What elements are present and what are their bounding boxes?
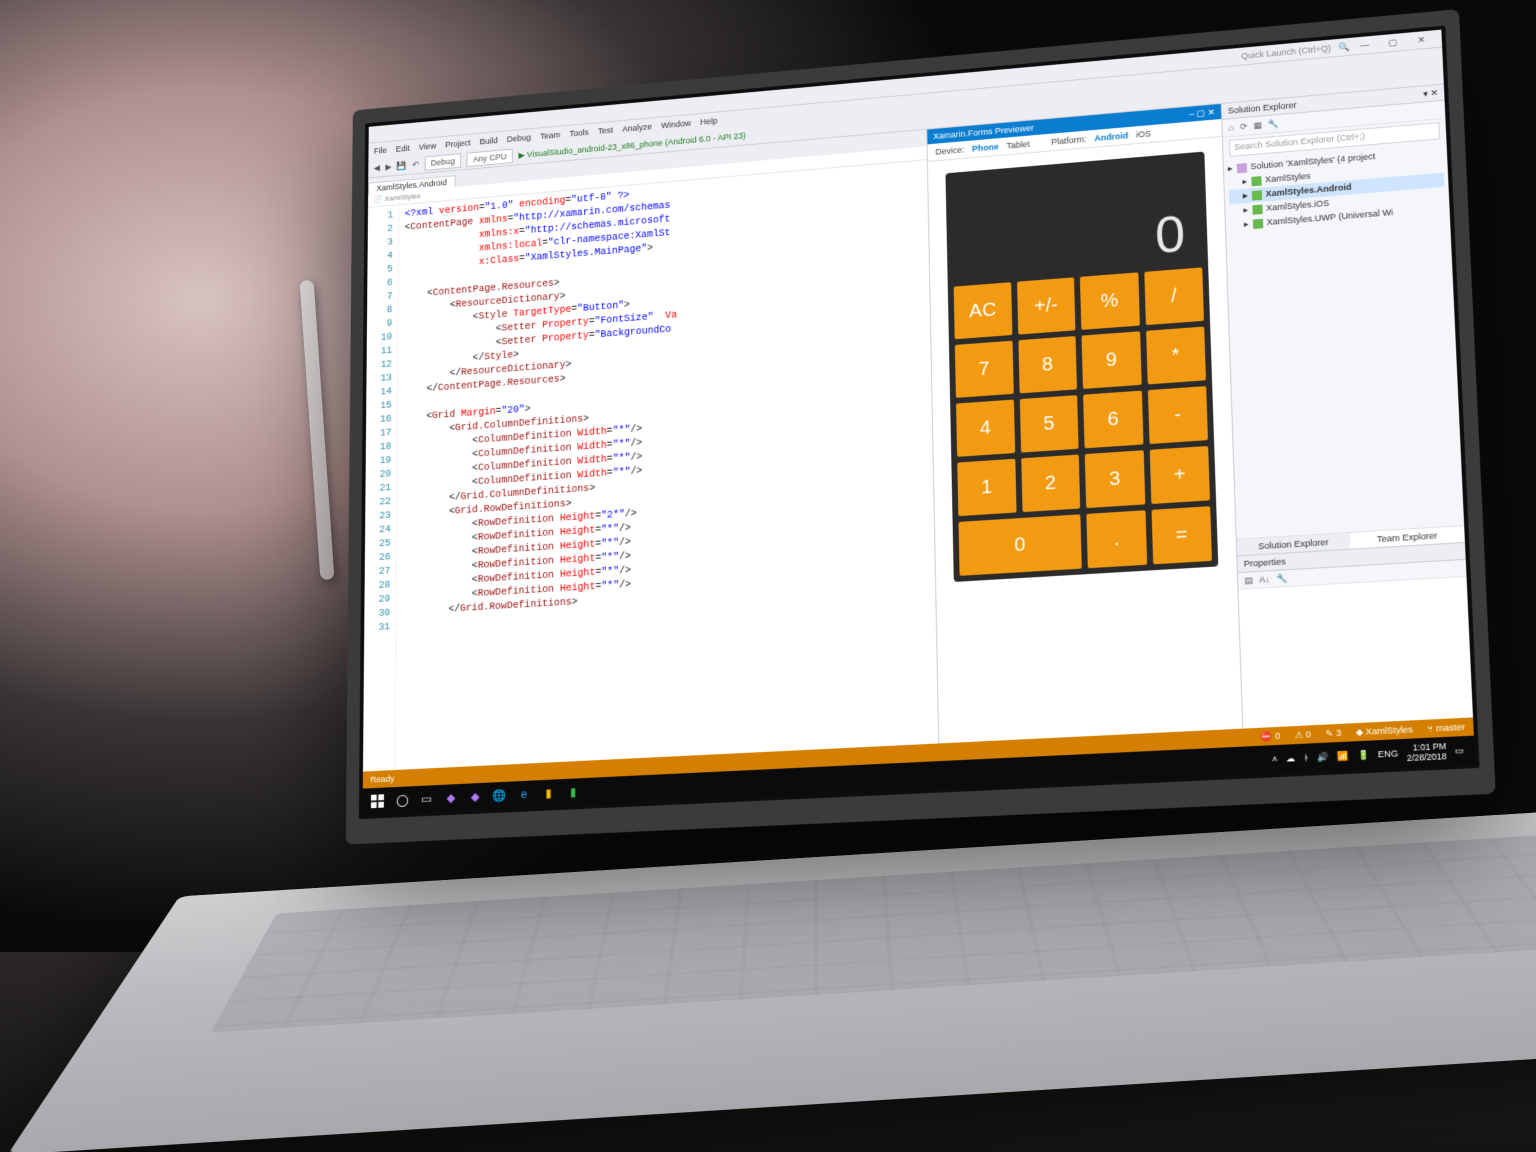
clock[interactable]: 1:01 PM 2/28/2018 — [1406, 741, 1447, 763]
platform-label: Platform: — [1051, 134, 1087, 146]
calc-button-1[interactable]: 1 — [957, 459, 1016, 516]
calc-button-0[interactable]: 0 — [958, 514, 1081, 576]
calc-button-key[interactable]: = — [1151, 506, 1212, 564]
branch-indicator[interactable]: ⑂ master — [1427, 722, 1465, 734]
calc-button-key[interactable]: + — [1149, 446, 1210, 504]
device-tablet-tab[interactable]: Tablet — [1006, 139, 1030, 150]
properties-icon[interactable]: 🔧 — [1268, 118, 1280, 129]
volume-icon[interactable]: 🔊 — [1317, 751, 1329, 763]
menu-tools[interactable]: Tools — [569, 128, 588, 139]
window-maximize-icon[interactable]: ▢ — [1378, 36, 1407, 49]
categorize-icon[interactable]: ▤ — [1244, 575, 1253, 586]
calc-button-7[interactable]: 7 — [955, 341, 1013, 398]
calc-button-key[interactable]: - — [1147, 386, 1208, 444]
bluetooth-icon[interactable]: ᚼ — [1303, 753, 1309, 763]
calc-button-3[interactable]: 3 — [1085, 450, 1145, 508]
alpha-sort-icon[interactable]: A↓ — [1259, 574, 1270, 584]
platform-ios-tab[interactable]: iOS — [1136, 129, 1151, 140]
repo-indicator[interactable]: ◆ XamlStyles — [1356, 724, 1414, 738]
app-icon[interactable]: ▮ — [563, 781, 584, 803]
error-count[interactable]: ⛔ 0 — [1261, 730, 1281, 742]
config-combo[interactable]: Debug — [425, 153, 462, 171]
status-ready: Ready — [370, 774, 394, 785]
calc-button-5[interactable]: 5 — [1019, 395, 1078, 453]
warning-count[interactable]: ⚠ 0 — [1295, 729, 1312, 741]
calc-button-key[interactable]: % — [1080, 272, 1140, 330]
calc-button-9[interactable]: 9 — [1082, 331, 1142, 389]
menu-build[interactable]: Build — [480, 136, 498, 147]
surface-pen — [300, 280, 335, 580]
calc-button-keykeykey[interactable]: +/- — [1017, 277, 1076, 334]
menu-analyze[interactable]: Analyze — [622, 122, 652, 134]
visual-studio-icon[interactable]: ◆ — [441, 787, 462, 809]
undo-icon[interactable]: ↶ — [412, 159, 419, 169]
platform-combo[interactable]: Any CPU — [467, 149, 513, 167]
calc-button-6[interactable]: 6 — [1083, 391, 1143, 449]
nav-back-icon[interactable]: ◀ — [374, 163, 380, 173]
device-label: Device: — [935, 145, 964, 157]
calc-button-8[interactable]: 8 — [1018, 336, 1077, 393]
menu-project[interactable]: Project — [445, 138, 470, 149]
window-close-icon[interactable]: ✕ — [1407, 33, 1436, 46]
cortana-icon[interactable]: ◯ — [392, 789, 413, 811]
wifi-icon[interactable]: 📶 — [1337, 750, 1349, 762]
calc-button-AC[interactable]: AC — [954, 282, 1012, 339]
calc-button-key[interactable]: * — [1146, 327, 1206, 385]
action-center-icon[interactable]: ▭ — [1455, 745, 1465, 757]
device-phone-tab[interactable]: Phone — [972, 142, 999, 154]
menu-team[interactable]: Team — [540, 130, 560, 141]
calc-button-key[interactable]: / — [1144, 267, 1204, 325]
properties-grid[interactable] — [1239, 577, 1473, 729]
menu-window[interactable]: Window — [661, 118, 691, 130]
menu-edit[interactable]: Edit — [396, 144, 410, 154]
chrome-icon[interactable]: 🌐 — [489, 784, 510, 806]
onedrive-icon[interactable]: ☁ — [1286, 753, 1296, 764]
task-view-icon[interactable]: ▭ — [416, 788, 437, 810]
calculator-display: 0 — [951, 158, 1202, 287]
menu-test[interactable]: Test — [598, 125, 613, 135]
device-frame: 0 AC+/-%/ 789* 456- 123+0.= — [945, 152, 1218, 582]
code-editor[interactable]: 1234567891011121314151617181920212223242… — [363, 160, 938, 771]
battery-icon[interactable]: 🔋 — [1357, 749, 1369, 761]
start-button[interactable] — [366, 789, 388, 813]
window-minimize-icon[interactable]: — — [1350, 39, 1379, 51]
menu-view[interactable]: View — [419, 141, 436, 151]
refresh-icon[interactable]: ⟳ — [1240, 121, 1248, 132]
show-all-icon[interactable]: ▦ — [1253, 120, 1262, 131]
home-icon[interactable]: ⌂ — [1228, 123, 1234, 133]
tray-up-icon[interactable]: ˄ — [1272, 754, 1278, 764]
solution-tree[interactable]: ▸Solution 'XamlStyles' (4 project▸XamlSt… — [1224, 142, 1465, 539]
visual-studio-icon-2[interactable]: ◆ — [465, 786, 486, 808]
panel-menu-icon[interactable]: ▾ ✕ — [1423, 85, 1439, 101]
menu-file[interactable]: File — [374, 146, 387, 156]
pending-changes[interactable]: ✎ 3 — [1325, 727, 1341, 739]
menu-debug[interactable]: Debug — [507, 133, 531, 144]
save-all-icon[interactable]: 💾 — [397, 160, 407, 171]
menu-help[interactable]: Help — [700, 116, 717, 127]
language-indicator[interactable]: ENG — [1377, 748, 1398, 759]
wrench-icon[interactable]: 🔧 — [1276, 573, 1288, 585]
nav-fwd-icon[interactable]: ▶ — [385, 162, 391, 172]
calc-button-key[interactable]: . — [1086, 510, 1146, 568]
file-explorer-icon[interactable]: ▮ — [538, 782, 559, 804]
edge-icon[interactable]: e — [514, 783, 535, 805]
calc-button-2[interactable]: 2 — [1021, 455, 1080, 513]
panel-close-icon[interactable]: – ▢ ✕ — [1189, 107, 1215, 120]
platform-android-tab[interactable]: Android — [1094, 131, 1128, 143]
calc-button-4[interactable]: 4 — [956, 400, 1015, 457]
